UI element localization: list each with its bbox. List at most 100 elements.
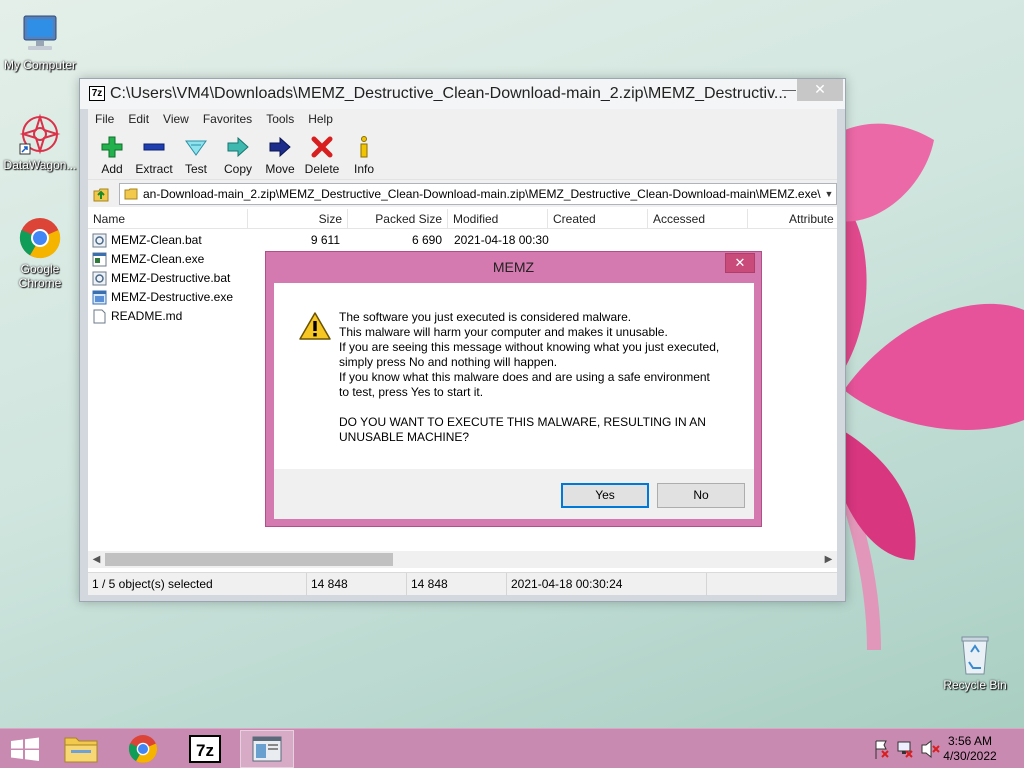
file-name: MEMZ-Clean.bat [111,233,202,247]
taskbar-active-window[interactable] [240,730,294,768]
column-created[interactable]: Created [548,209,648,229]
status-modified: 2021-04-18 00:30:24 [507,573,707,596]
file-modified: 2021-04-18 00:30 [454,233,549,247]
chrome-icon [18,216,62,260]
menu-favorites[interactable]: Favorites [196,109,259,129]
extract-button[interactable]: Extract [133,135,175,176]
message-line: simply press No and nothing will happen. [339,355,558,369]
memz-dialog: MEMZ ✕ The software you just executed is… [265,251,762,527]
7zip-icon: 7z [189,735,221,763]
bat-file-icon [92,233,107,248]
scroll-right-icon[interactable]: ▶ [820,551,837,568]
window-icon [252,736,282,762]
toolbar: Add Extract Test Copy Move Delete Info [88,129,837,179]
status-packed-size: 14 848 [407,573,507,596]
file-explorer-icon [64,737,98,763]
taskbar-file-explorer[interactable] [54,730,108,768]
desktop-icon-label: Google Chrome [18,262,62,290]
file-packed-size: 6 690 [411,233,442,247]
table-row[interactable]: MEMZ-Clean.bat 9 611 6 690 2021-04-18 00… [92,231,832,250]
desktop-icon-label: My Computer [3,58,77,72]
bat-file-icon [92,271,107,286]
menu-view[interactable]: View [156,109,196,129]
clock-time: 3:56 AM [947,734,993,748]
extract-icon [142,135,166,159]
scrollbar-thumb[interactable] [105,553,393,566]
desktop-icon-datawagon[interactable]: DataWagon... [0,112,80,172]
system-clock[interactable]: 3:56 AM 4/30/2022 [938,734,1002,764]
start-icon [11,737,39,761]
exe-file-icon [92,252,107,267]
svg-text:7z: 7z [196,741,214,760]
message-question-line: UNUSABLE MACHINE? [339,430,470,444]
folder-icon [124,187,138,201]
folder-up-icon[interactable] [92,185,110,203]
message-line: If you are seeing this message without k… [339,340,720,354]
file-name: README.md [111,309,183,323]
column-name[interactable]: Name [88,209,248,229]
status-bar: 1 / 5 object(s) selected 14 848 14 848 2… [88,572,837,596]
column-modified[interactable]: Modified [448,209,548,229]
column-accessed[interactable]: Accessed [648,209,748,229]
column-attributes[interactable]: Attribute [784,209,837,229]
chevron-down-icon[interactable]: ▼ [822,184,836,204]
desktop-icon-label: DataWagon... [3,158,77,172]
taskbar-7zip[interactable]: 7z [178,730,232,768]
network-icon[interactable] [895,729,917,768]
file-name: MEMZ-Clean.exe [111,252,205,266]
path-text: an-Download-main_2.zip\MEMZ_Destructive_… [143,187,821,201]
horizontal-scrollbar[interactable]: ◀ ▶ [88,551,837,568]
menu-edit[interactable]: Edit [121,109,156,129]
status-size: 14 848 [307,573,407,596]
desktop-icon-my-computer[interactable]: My Computer [0,12,80,72]
test-icon [184,135,208,159]
clock-date: 4/30/2022 [943,749,997,763]
info-label: Info [353,162,374,176]
no-button[interactable]: No [657,483,745,508]
recycle-bin-icon [953,632,997,676]
file-name: MEMZ-Destructive.exe [111,290,234,304]
yes-button[interactable]: Yes [561,483,649,508]
info-icon [352,135,376,159]
copy-label: Copy [223,162,252,176]
computer-icon [18,12,62,56]
path-field[interactable]: an-Download-main_2.zip\MEMZ_Destructive_… [119,183,837,205]
file-name: MEMZ-Destructive.bat [111,271,231,285]
scroll-left-icon[interactable]: ◀ [88,551,105,568]
move-label: Move [265,162,295,176]
start-button[interactable] [0,730,50,768]
message-question-line: DO YOU WANT TO EXECUTE THIS MALWARE, RES… [339,415,706,429]
menu-file[interactable]: File [88,109,121,129]
dialog-close-button[interactable]: ✕ [725,253,755,273]
taskbar: 7z 3:56 AM 4/30/2022 [0,728,1024,768]
menu-bar: File Edit View Favorites Tools Help [88,109,837,129]
tray-flag-icon[interactable] [871,729,893,768]
status-selection: 1 / 5 object(s) selected [88,573,307,596]
text-file-icon [92,309,107,324]
menu-tools[interactable]: Tools [259,109,301,129]
7zip-app-icon: 7z [89,86,105,101]
test-button[interactable]: Test [175,135,217,176]
column-packed-size[interactable]: Packed Size [348,209,448,229]
move-button[interactable]: Move [259,135,301,176]
address-bar: an-Download-main_2.zip\MEMZ_Destructive_… [88,179,837,207]
move-icon [268,135,292,159]
test-label: Test [184,162,207,176]
menu-help[interactable]: Help [301,109,340,129]
exe-file-icon [92,290,107,305]
taskbar-chrome[interactable] [116,730,170,768]
column-size[interactable]: Size [248,209,348,229]
copy-icon [226,135,250,159]
dialog-button-area: Yes No [274,469,754,519]
desktop-icon-recycle-bin[interactable]: Recycle Bin [935,632,1015,692]
dialog-message: The software you just executed is consid… [339,310,739,445]
add-button[interactable]: Add [91,135,133,176]
delete-button[interactable]: Delete [301,135,343,176]
message-line: to test, press Yes to start it. [339,385,484,399]
copy-button[interactable]: Copy [217,135,259,176]
info-button[interactable]: Info [343,135,385,176]
close-button[interactable]: ✕ [797,79,843,101]
window-titlebar[interactable]: 7z C:\Users\VM4\Downloads\MEMZ_Destructi… [80,79,845,109]
desktop-icon-google-chrome[interactable]: Google Chrome [0,216,80,290]
dialog-body: The software you just executed is consid… [274,283,754,469]
